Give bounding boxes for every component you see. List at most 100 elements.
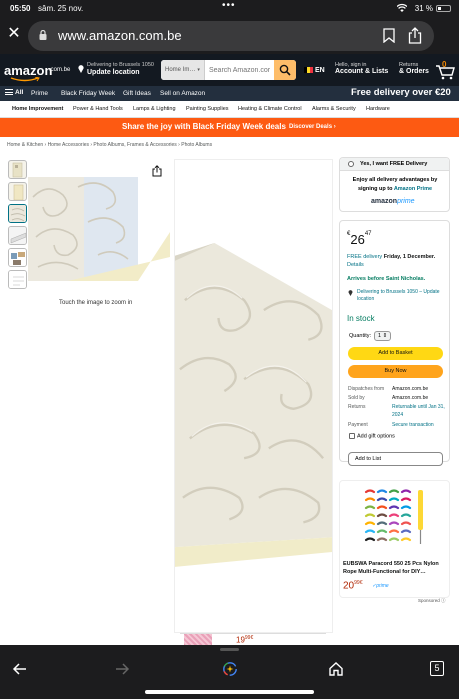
subnav-lamps[interactable]: Lamps & Lighting [133,106,176,112]
nav-item-prime[interactable]: Prime [31,90,48,97]
gift-options[interactable]: Add gift options [349,433,395,439]
assistant-icon[interactable] [222,661,238,677]
sponsored-label[interactable]: Sponsored ⓘ [418,598,446,604]
subnav-power-tools[interactable]: Power & Hand Tools [73,106,123,112]
subnav-heating[interactable]: Heating & Climate Control [238,106,302,112]
free-delivery-header[interactable]: Yes, I want FREE Delivery [340,158,449,171]
location-pin-icon [78,65,84,73]
forward-arrow-icon[interactable] [114,661,130,677]
toolbar-grabber[interactable] [220,648,239,651]
thumbnail-3-selected[interactable] [8,204,27,223]
details-link[interactable]: Details [347,262,364,268]
subnav-hardware[interactable]: Hardware [366,106,390,112]
main-nav: All Prime Black Friday Week Gift Ideas S… [0,86,459,101]
buy-now-button[interactable]: Buy Now [348,365,443,378]
payment-link[interactable]: Secure transaction [392,421,450,430]
account-menu[interactable]: Hello, sign in Account & Lists [335,62,388,75]
tabs-button[interactable]: 5 [430,661,444,676]
add-to-basket-button[interactable]: Add to Basket [348,347,443,360]
url-text: www.amazon.com.be [58,28,182,43]
subnav-home-improvement[interactable]: Home Improvement [12,106,63,112]
gift-checkbox[interactable] [349,433,355,439]
search-category-label: Home Im… [165,67,196,73]
returns-policy-link[interactable]: Returnable until Jan 31, 2024 [392,403,450,419]
free-delivery-link[interactable]: FREE delivery [347,254,382,260]
home-icon[interactable] [328,661,344,677]
nav-item-black-friday[interactable]: Black Friday Week [61,90,115,97]
search-button[interactable] [274,60,296,80]
share-icon[interactable] [152,165,162,177]
all-menu-button[interactable]: All [5,89,23,96]
search-category-select[interactable]: Home Im… ▾ [161,60,205,80]
thumbnail-6[interactable] [8,270,27,289]
ad-title[interactable]: EUBSWA Paracord 550 25 Pcs Nylon Rope Mu… [343,560,449,576]
browser-toolbar: 5 [0,645,459,699]
cart-icon [436,65,455,80]
chevron-updown-icon: ⇕ [382,333,388,339]
share-icon[interactable] [408,27,422,44]
subnav-alarms[interactable]: Alarms & Security [312,106,356,112]
returns-orders[interactable]: Returns & Orders [399,62,429,75]
quantity-value: 1 [378,333,382,339]
thumbnail-2[interactable] [8,182,27,201]
recommendation-strip[interactable]: 1999€ [180,633,326,646]
payment-label: Payment [348,422,368,428]
lock-icon [39,30,47,40]
subnav-painting[interactable]: Painting Supplies [186,106,229,112]
nav-item-gift-ideas[interactable]: Gift Ideas [123,90,151,97]
status-time: 05:50 [10,4,31,13]
amazon-logo[interactable]: amazon [4,63,52,78]
amazon-smile-icon [10,77,40,82]
thumbnail-4[interactable] [8,226,27,245]
sold-by-label: Sold by [348,395,365,401]
thumbnail-5[interactable] [8,248,27,267]
promo-link[interactable]: Discover Deals › [289,124,336,130]
thumbnail-1[interactable] [8,160,27,179]
main-product-image[interactable] [174,159,333,633]
close-icon[interactable]: ✕ [6,26,22,42]
address-field[interactable]: www.amazon.com.be [28,21,434,51]
amazon-prime-link[interactable]: Amazon Prime [394,186,432,192]
product-page: Home & Kitchen › Home Accessories › Phot… [0,137,459,646]
dispatches-from-value: Amazon.com.be [392,386,429,392]
quantity-select[interactable]: 1 ⇕ [374,331,392,341]
zoom-preview-image[interactable] [28,177,170,281]
back-arrow-icon[interactable] [12,661,28,677]
battery-percent: 31 % [414,4,433,13]
sponsored-ad[interactable]: EUBSWA Paracord 550 25 Pcs Nylon Rope Mu… [339,480,450,598]
belgium-flag-icon [304,67,313,74]
search-input[interactable] [207,60,274,80]
safari-window: 05:50 sâm. 25 nov. ••• 31 % ✕ www.amazon… [0,0,459,699]
delivery-info: FREE delivery Friday, 1 December. Detail… [347,253,447,269]
prime-logo-word: amazon [371,198,398,205]
status-date: sâm. 25 nov. [38,4,84,13]
prime-logo-suffix: prime [397,198,415,205]
wifi-icon [397,3,407,12]
free-delivery-checkbox[interactable] [348,161,354,167]
add-to-list-button[interactable]: Add to List [348,452,443,466]
recommendation-price: 1999€ [236,635,253,645]
free-delivery-checkbox-label: Yes, I want FREE Delivery [360,161,428,167]
free-delivery-banner[interactable]: Free delivery over €20 [351,87,451,98]
battery-icon [436,5,451,12]
amazon-header: amazon .com.be Delivering to Brussels 10… [0,54,459,86]
nav-item-sell[interactable]: Sell on Amazon [160,90,205,97]
free-delivery-box: Yes, I want FREE Delivery Enjoy all deli… [339,157,450,212]
bookmark-icon[interactable] [383,28,395,43]
breadcrumb[interactable]: Home & Kitchen › Home Accessories › Phot… [7,142,212,148]
language-selector[interactable]: EN [304,67,325,74]
multitask-dots-icon[interactable]: ••• [222,0,236,11]
cart-button[interactable]: 0 [434,60,456,80]
buy-box: €2647 FREE delivery Friday, 1 December. … [339,220,450,466]
returns-label: Returns [348,404,366,410]
paracord-product-image [364,489,423,544]
chevron-down-icon: ▾ [197,67,200,73]
product-price: €2647 [347,231,372,249]
language-label: EN [315,67,325,74]
promo-banner[interactable]: Share the joy with Black Friday Week dea… [0,118,459,137]
gift-label: Add gift options [357,433,395,440]
location-pin-icon [348,290,353,296]
deliver-to-location[interactable]: Delivering to Brussels 1050 – Update loc… [348,289,448,303]
recommendation-price-whole: 19 [236,635,245,645]
url-bar: ✕ www.amazon.com.be [0,18,459,54]
